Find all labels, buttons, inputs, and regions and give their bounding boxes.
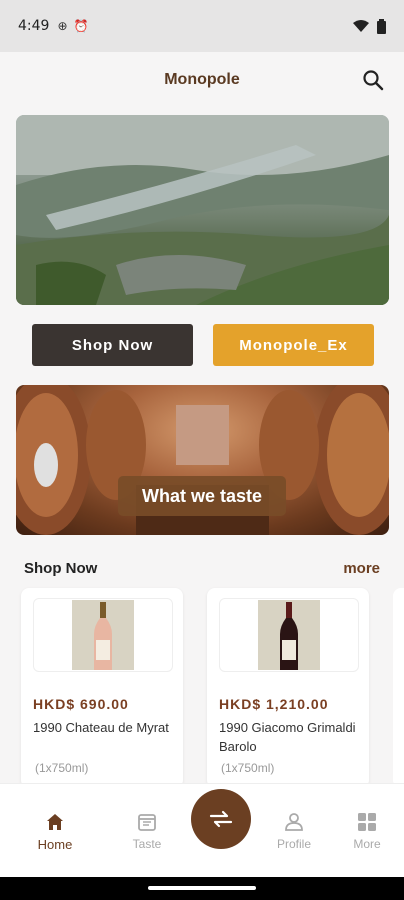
product-volume: (1x750ml): [35, 761, 89, 775]
product-price: HKD$ 690.00: [33, 696, 129, 712]
search-icon[interactable]: [362, 69, 384, 91]
status-time: 4:49: [18, 18, 50, 34]
battery-icon: [377, 18, 386, 34]
more-link[interactable]: more: [343, 560, 380, 577]
product-name: 1990 Chateau de Myrat: [33, 720, 169, 735]
what-we-taste-label[interactable]: What we taste: [118, 476, 286, 516]
nav-profile[interactable]: Profile: [258, 784, 330, 878]
section-title: Shop Now: [24, 560, 98, 577]
app-bar: Monopole: [0, 52, 404, 108]
status-bar: 4:49 ⊕ ⏰: [0, 0, 404, 52]
monopole-ex-button[interactable]: Monopole_Ex: [213, 324, 374, 366]
product-image: [72, 600, 134, 670]
calendar-icon: [138, 814, 156, 831]
product-image-frame: [219, 598, 359, 672]
home-gesture-pill[interactable]: [148, 886, 256, 890]
person-icon: [285, 813, 303, 831]
product-card[interactable]: HKD$ 690.00 1990 Chateau de Myrat (1x750…: [21, 588, 183, 788]
product-card[interactable]: HKD$ 1,210.00 1990 Giacomo Grimaldi Baro…: [207, 588, 369, 788]
shop-now-button[interactable]: Shop Now: [32, 324, 193, 366]
product-price: HKD$ 1,210.00: [219, 696, 329, 712]
product-name: 1990 Giacomo Grimaldi Barolo: [219, 720, 356, 754]
product-card-peek[interactable]: [393, 588, 404, 788]
nav-taste[interactable]: Taste: [111, 784, 183, 878]
nav-home[interactable]: Home: [19, 784, 91, 878]
home-icon: [47, 814, 63, 830]
what-we-taste-banner[interactable]: What we taste: [16, 385, 389, 535]
app-title: Monopole: [164, 71, 240, 88]
vpn-icon: ⊕: [57, 19, 68, 33]
grid-icon: [358, 813, 376, 831]
nav-taste-label: Taste: [132, 837, 162, 851]
alarm-icon: ⏰: [73, 19, 89, 33]
product-volume: (1x750ml): [221, 761, 275, 775]
product-image: [258, 600, 320, 670]
wifi-icon: [353, 20, 369, 32]
nav-home-label: Home: [37, 837, 73, 852]
product-image-frame: [33, 598, 173, 672]
swap-fab[interactable]: [191, 789, 251, 849]
nav-more[interactable]: More: [331, 784, 403, 878]
swap-icon: [209, 810, 233, 828]
nav-profile-label: Profile: [276, 837, 311, 851]
nav-more-label: More: [353, 837, 381, 851]
hero-vineyard-image: [16, 115, 389, 305]
system-nav-bar: [0, 877, 404, 900]
